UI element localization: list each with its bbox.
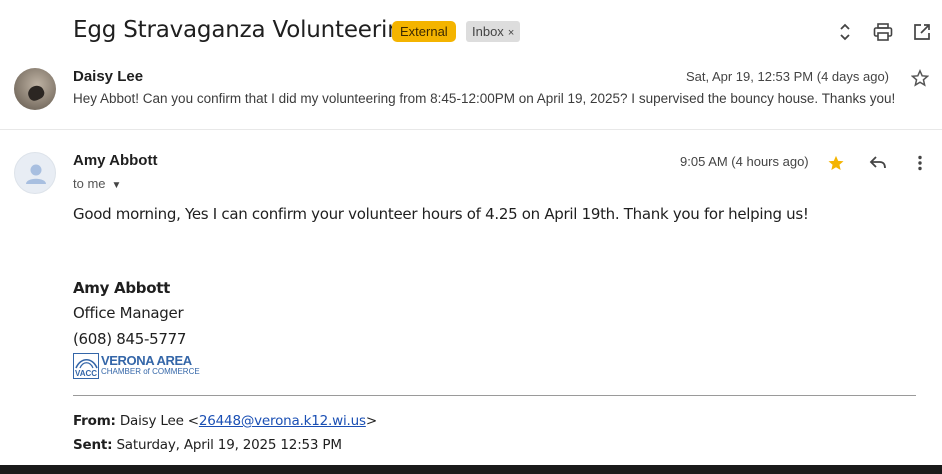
logo-sub-text: CHAMBER of COMMERCE (101, 367, 200, 376)
message-date: Sat, Apr 19, 12:53 PM (4 days ago) (685, 69, 889, 84)
quoted-from-line: From: Daisy Lee <26448@verona.k12.wi.us> (73, 413, 377, 429)
message-body: Good morning, Yes I can confirm your vol… (73, 205, 809, 223)
reply-icon[interactable] (868, 153, 888, 173)
external-badge: External (392, 21, 456, 42)
from-email-link[interactable]: 26448@verona.k12.wi.us (199, 413, 366, 429)
message-snippet: Hey Abbot! Can you confirm that I did my… (73, 91, 896, 106)
sender-name: Daisy Lee (73, 68, 144, 85)
chamber-of-commerce-logo: VACC VERONA AREA CHAMBER of COMMERCE (73, 353, 200, 380)
window-bottom-edge (0, 465, 942, 474)
signature-name: Amy Abbott (73, 279, 170, 297)
more-options-icon[interactable] (910, 153, 930, 173)
from-name: Daisy Lee < (119, 413, 199, 429)
chevron-down-icon[interactable]: ▼ (112, 180, 122, 191)
message-date: 9:05 AM (4 hours ago) (680, 154, 809, 169)
inbox-label-text: Inbox (472, 24, 504, 39)
sent-value: Saturday, April 19, 2025 12:53 PM (116, 437, 342, 453)
recipient-label: to me (73, 176, 106, 191)
thread-subject: Egg Stravaganza Volunteering (73, 17, 416, 43)
remove-label-icon[interactable]: × (508, 27, 514, 39)
sent-label: Sent: (73, 437, 113, 453)
logo-mark: VACC (73, 353, 99, 379)
star-icon[interactable] (826, 153, 846, 173)
star-icon[interactable] (910, 69, 930, 87)
message-collapsed[interactable]: Daisy Lee Sat, Apr 19, 12:53 PM (4 days … (0, 62, 942, 130)
quoted-divider (73, 395, 916, 396)
from-close: > (365, 413, 377, 429)
signature-title: Office Manager (73, 304, 184, 322)
recipient-details-toggle[interactable]: to me ▼ (73, 176, 121, 191)
open-in-new-window-icon[interactable] (912, 22, 932, 42)
sender-name: Amy Abbott (73, 152, 158, 169)
sender-avatar (14, 68, 56, 110)
logo-mark-text: VACC (75, 369, 98, 378)
signature-phone: (608) 845-5777 (73, 330, 187, 348)
logo-main-text: VERONA AREA (101, 353, 192, 368)
expand-collapse-icon[interactable] (835, 22, 855, 42)
thread-header: Egg Stravaganza Volunteering External In… (0, 0, 942, 62)
inbox-label-chip[interactable]: Inbox × (466, 21, 521, 42)
message-expanded: Amy Abbott to me ▼ 9:05 AM (4 hours ago) … (0, 131, 942, 461)
default-avatar-icon (14, 152, 56, 194)
print-icon[interactable] (873, 22, 893, 42)
quoted-sent-line: Sent: Saturday, April 19, 2025 12:53 PM (73, 437, 342, 453)
from-label: From: (73, 413, 116, 429)
